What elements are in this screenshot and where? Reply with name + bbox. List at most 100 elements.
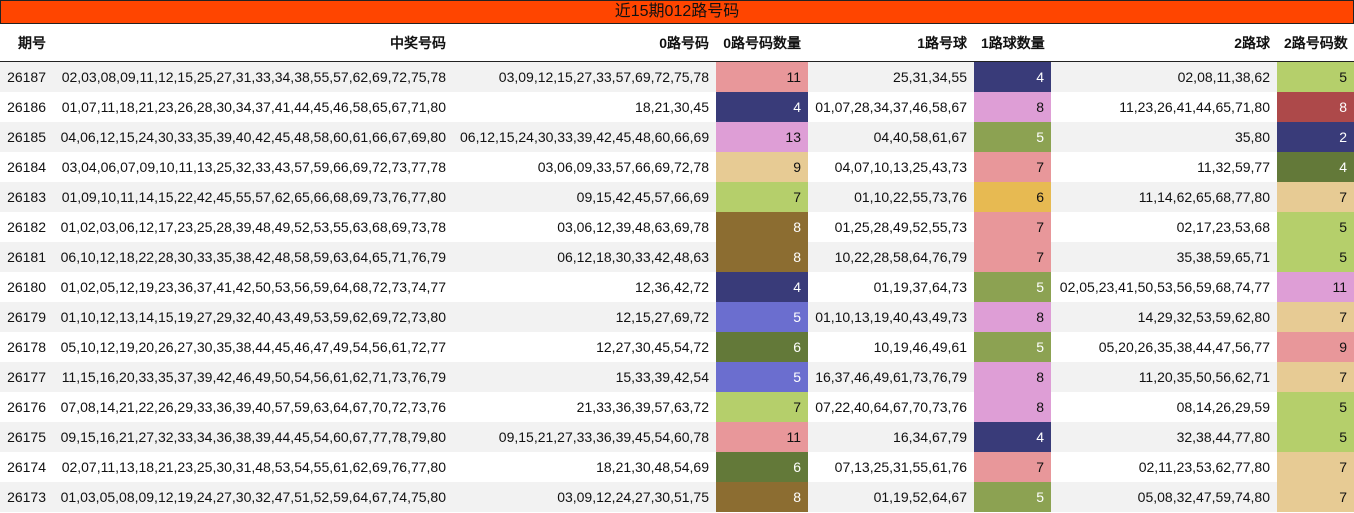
header-road1-numbers[interactable]: 1路号球 (808, 24, 974, 62)
header-row: 期号 中奖号码 0路号码 0路号码数量 1路号球 1路球数量 2路球 2路号码数 (0, 24, 1354, 62)
table-title: 近15期012路号码 (0, 0, 1354, 24)
road1-count-cell: 5 (974, 122, 1051, 152)
road0-numbers-cell: 18,21,30,45 (453, 92, 716, 122)
road1-numbers-cell: 04,07,10,13,25,43,73 (808, 152, 974, 182)
table-row: 26180 01,02,05,12,19,23,36,37,41,42,50,53… (0, 272, 1354, 302)
road2-numbers-cell: 35,38,59,65,71 (1051, 242, 1277, 272)
road2-count-cell: 5 (1277, 242, 1354, 272)
road0-numbers-cell: 12,36,42,72 (453, 272, 716, 302)
header-road1-count[interactable]: 1路球数量 (974, 24, 1051, 62)
road2-count-cell: 7 (1277, 302, 1354, 332)
table-row: 26175 09,15,16,21,27,32,33,34,36,38,39,44… (0, 422, 1354, 452)
road0-count-cell: 11 (716, 422, 808, 452)
road1-numbers-cell: 07,22,40,64,67,70,73,76 (808, 392, 974, 422)
road2-numbers-cell: 11,14,62,65,68,77,80 (1051, 182, 1277, 212)
road2-count-cell: 5 (1277, 212, 1354, 242)
road0-count-cell: 8 (716, 242, 808, 272)
issue-cell: 26180 (0, 272, 53, 302)
road0-count-cell: 6 (716, 452, 808, 482)
winning-numbers-cell: 02,07,11,13,18,21,23,25,30,31,48,53,54,5… (53, 452, 453, 482)
road2-numbers-cell: 02,17,23,53,68 (1051, 212, 1277, 242)
issue-cell: 26186 (0, 92, 53, 122)
road1-count-cell: 7 (974, 242, 1051, 272)
issue-cell: 26181 (0, 242, 53, 272)
road0-count-cell: 7 (716, 392, 808, 422)
road0-numbers-cell: 03,06,12,39,48,63,69,78 (453, 212, 716, 242)
issue-cell: 26179 (0, 302, 53, 332)
road2-count-cell: 5 (1277, 61, 1354, 92)
road2-numbers-cell: 02,11,23,53,62,77,80 (1051, 452, 1277, 482)
road1-numbers-cell: 16,34,67,79 (808, 422, 974, 452)
road1-count-cell: 7 (974, 452, 1051, 482)
issue-cell: 26176 (0, 392, 53, 422)
header-road2-count[interactable]: 2路号码数 (1277, 24, 1354, 62)
road1-numbers-cell: 01,25,28,49,52,55,73 (808, 212, 974, 242)
road0-numbers-cell: 12,27,30,45,54,72 (453, 332, 716, 362)
road1-count-cell: 4 (974, 422, 1051, 452)
road0-count-cell: 9 (716, 152, 808, 182)
road2-count-cell: 7 (1277, 482, 1354, 512)
road2-count-cell: 11 (1277, 272, 1354, 302)
road1-count-cell: 7 (974, 152, 1051, 182)
table-row: 26183 01,09,10,11,14,15,22,42,45,55,57,62… (0, 182, 1354, 212)
road2-numbers-cell: 05,08,32,47,59,74,80 (1051, 482, 1277, 512)
winning-numbers-cell: 05,10,12,19,20,26,27,30,35,38,44,45,46,4… (53, 332, 453, 362)
road2-numbers-cell: 02,05,23,41,50,53,56,59,68,74,77 (1051, 272, 1277, 302)
road1-count-cell: 6 (974, 182, 1051, 212)
road0-count-cell: 13 (716, 122, 808, 152)
winning-numbers-cell: 09,15,16,21,27,32,33,34,36,38,39,44,45,5… (53, 422, 453, 452)
table-row: 26186 01,07,11,18,21,23,26,28,30,34,37,41… (0, 92, 1354, 122)
road2-count-cell: 9 (1277, 332, 1354, 362)
issue-cell: 26174 (0, 452, 53, 482)
road2-count-cell: 2 (1277, 122, 1354, 152)
winning-numbers-cell: 01,07,11,18,21,23,26,28,30,34,37,41,44,4… (53, 92, 453, 122)
road0-numbers-cell: 03,06,09,33,57,66,69,72,78 (453, 152, 716, 182)
road0-numbers-cell: 06,12,18,30,33,42,48,63 (453, 242, 716, 272)
issue-cell: 26178 (0, 332, 53, 362)
road2-numbers-cell: 05,20,26,35,38,44,47,56,77 (1051, 332, 1277, 362)
winning-numbers-cell: 11,15,16,20,33,35,37,39,42,46,49,50,54,5… (53, 362, 453, 392)
header-issue[interactable]: 期号 (0, 24, 53, 62)
road2-count-cell: 5 (1277, 422, 1354, 452)
table-row: 26177 11,15,16,20,33,35,37,39,42,46,49,50… (0, 362, 1354, 392)
road1-numbers-cell: 04,40,58,61,67 (808, 122, 974, 152)
table-row: 26187 02,03,08,09,11,12,15,25,27,31,33,34… (0, 61, 1354, 92)
table-row: 26182 01,02,03,06,12,17,23,25,28,39,48,49… (0, 212, 1354, 242)
road2-numbers-cell: 11,32,59,77 (1051, 152, 1277, 182)
road1-numbers-cell: 16,37,46,49,61,73,76,79 (808, 362, 974, 392)
header-road2-numbers[interactable]: 2路球 (1051, 24, 1277, 62)
road1-count-cell: 5 (974, 272, 1051, 302)
road1-numbers-cell: 07,13,25,31,55,61,76 (808, 452, 974, 482)
issue-cell: 26183 (0, 182, 53, 212)
winning-numbers-cell: 03,04,06,07,09,10,11,13,25,32,33,43,57,5… (53, 152, 453, 182)
table-row: 26178 05,10,12,19,20,26,27,30,35,38,44,45… (0, 332, 1354, 362)
table-row: 26185 04,06,12,15,24,30,33,35,39,40,42,45… (0, 122, 1354, 152)
road2-count-cell: 7 (1277, 182, 1354, 212)
issue-cell: 26182 (0, 212, 53, 242)
header-winning-numbers[interactable]: 中奖号码 (53, 24, 453, 62)
road2-numbers-cell: 02,08,11,38,62 (1051, 61, 1277, 92)
road1-count-cell: 5 (974, 482, 1051, 512)
road1-numbers-cell: 10,22,28,58,64,76,79 (808, 242, 974, 272)
road1-numbers-cell: 01,10,13,19,40,43,49,73 (808, 302, 974, 332)
header-road0-count[interactable]: 0路号码数量 (716, 24, 808, 62)
road1-numbers-cell: 01,07,28,34,37,46,58,67 (808, 92, 974, 122)
winning-numbers-cell: 01,02,03,06,12,17,23,25,28,39,48,49,52,5… (53, 212, 453, 242)
road0-count-cell: 8 (716, 212, 808, 242)
road2-count-cell: 4 (1277, 152, 1354, 182)
road1-count-cell: 7 (974, 212, 1051, 242)
issue-cell: 26187 (0, 61, 53, 92)
issue-cell: 26184 (0, 152, 53, 182)
winning-numbers-cell: 04,06,12,15,24,30,33,35,39,40,42,45,48,5… (53, 122, 453, 152)
road0-numbers-cell: 06,12,15,24,30,33,39,42,45,48,60,66,69 (453, 122, 716, 152)
road2-count-cell: 8 (1277, 92, 1354, 122)
road0-count-cell: 5 (716, 362, 808, 392)
road0-count-cell: 5 (716, 302, 808, 332)
road-number-table: 期号 中奖号码 0路号码 0路号码数量 1路号球 1路球数量 2路球 2路号码数… (0, 24, 1354, 512)
road2-numbers-cell: 08,14,26,29,59 (1051, 392, 1277, 422)
issue-cell: 26177 (0, 362, 53, 392)
header-road0-numbers[interactable]: 0路号码 (453, 24, 716, 62)
winning-numbers-cell: 01,03,05,08,09,12,19,24,27,30,32,47,51,5… (53, 482, 453, 512)
road1-numbers-cell: 10,19,46,49,61 (808, 332, 974, 362)
road1-count-cell: 5 (974, 332, 1051, 362)
